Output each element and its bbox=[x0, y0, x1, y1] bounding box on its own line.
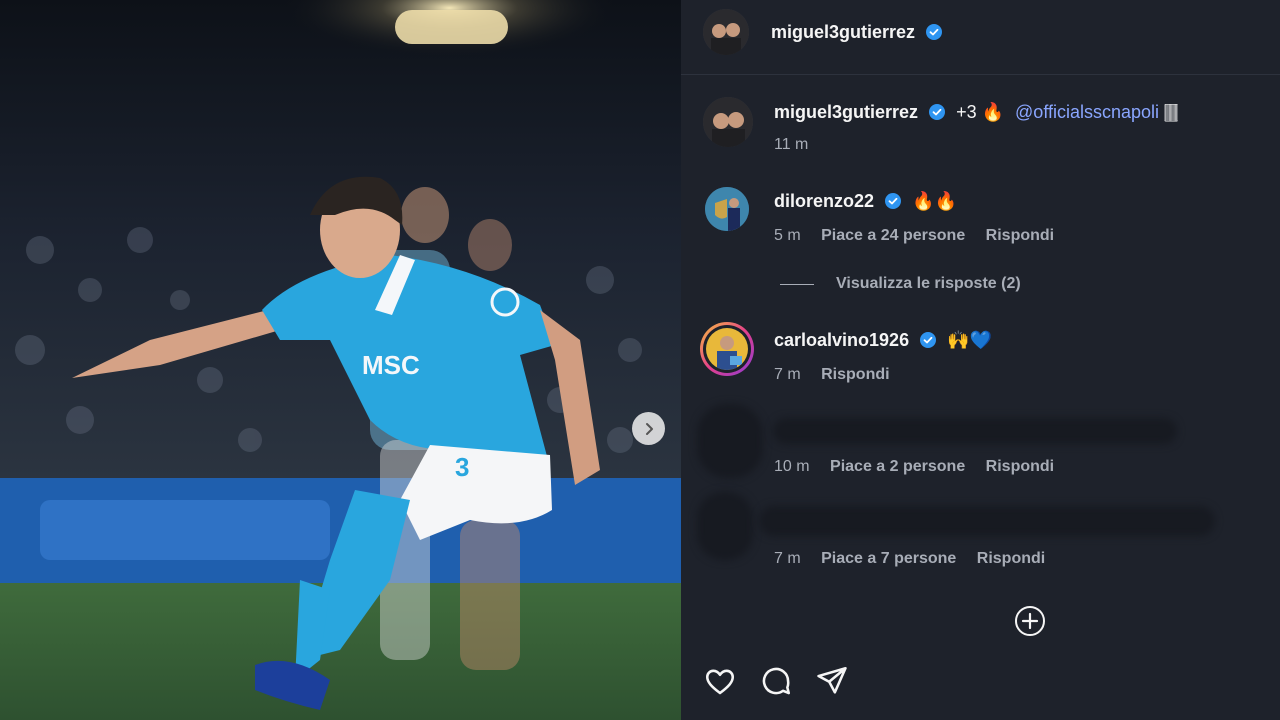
jersey-number: 3 bbox=[455, 452, 469, 482]
comment-likes[interactable]: Piace a 2 persone bbox=[830, 458, 965, 475]
comments-panel: miguel3gutierrez miguel3gutierrez +3 🔥 @… bbox=[681, 0, 1280, 720]
view-replies-label: Visualizza le risposte (2) bbox=[836, 275, 1021, 292]
comment-time: 5 m bbox=[774, 227, 801, 244]
redacted-avatar bbox=[697, 492, 753, 560]
post-photo: MSC 3 bbox=[0, 0, 681, 720]
verified-badge-icon bbox=[920, 332, 937, 348]
reply-button[interactable]: Rispondi bbox=[986, 458, 1054, 475]
comment-username[interactable]: carloalvino1926 bbox=[774, 330, 909, 350]
comment-text: 🙌💙 bbox=[947, 330, 992, 350]
load-more-comments-button[interactable] bbox=[1014, 605, 1046, 642]
reply-button[interactable]: Rispondi bbox=[977, 550, 1045, 567]
redacted-comment-text bbox=[773, 418, 1177, 444]
caption-suffix: 🀫 bbox=[1159, 102, 1179, 122]
comment-likes[interactable]: Piace a 24 persone bbox=[821, 227, 965, 244]
photo-of-footballer: MSC 3 bbox=[0, 0, 681, 720]
heart-icon bbox=[705, 669, 735, 695]
avatar[interactable] bbox=[703, 9, 749, 55]
verified-badge-icon bbox=[885, 193, 902, 209]
chevron-right-icon bbox=[645, 422, 653, 435]
next-photo-button[interactable] bbox=[632, 412, 665, 445]
header-username[interactable]: miguel3gutierrez bbox=[771, 22, 915, 42]
send-icon bbox=[817, 666, 847, 694]
comment-button[interactable] bbox=[759, 664, 793, 703]
like-button[interactable] bbox=[703, 664, 737, 703]
comment-icon bbox=[762, 667, 791, 695]
mention-link[interactable]: @officialsscnapoli bbox=[1015, 102, 1159, 122]
jersey-sponsor: MSC bbox=[362, 350, 420, 380]
redacted-avatar bbox=[697, 404, 763, 478]
redacted-comment-text bbox=[759, 506, 1215, 536]
verified-badge-icon bbox=[929, 104, 946, 120]
post-actions bbox=[703, 664, 849, 703]
avatar[interactable] bbox=[705, 187, 749, 231]
reply-button[interactable]: Rispondi bbox=[821, 366, 889, 383]
caption-time: 11 m bbox=[774, 136, 809, 153]
view-replies-button[interactable]: Visualizza le risposte (2) bbox=[780, 275, 1021, 293]
divider bbox=[780, 283, 814, 285]
comment-time: 7 m bbox=[774, 366, 801, 383]
comment-likes[interactable]: Piace a 7 persone bbox=[821, 550, 956, 567]
caption-text: +3 🔥 bbox=[956, 102, 1005, 122]
reply-button[interactable]: Rispondi bbox=[986, 227, 1054, 244]
plus-circle-icon bbox=[1015, 606, 1045, 636]
comment-time: 10 m bbox=[774, 458, 810, 475]
avatar[interactable] bbox=[700, 322, 754, 376]
verified-badge-icon bbox=[925, 24, 942, 40]
caption-username[interactable]: miguel3gutierrez bbox=[774, 102, 918, 122]
comment-time: 7 m bbox=[774, 550, 801, 567]
avatar[interactable] bbox=[703, 97, 753, 147]
post-header: miguel3gutierrez bbox=[681, 0, 1280, 75]
comment-text: 🔥🔥 bbox=[912, 191, 957, 211]
comment-username[interactable]: dilorenzo22 bbox=[774, 191, 874, 211]
share-button[interactable] bbox=[815, 664, 849, 703]
